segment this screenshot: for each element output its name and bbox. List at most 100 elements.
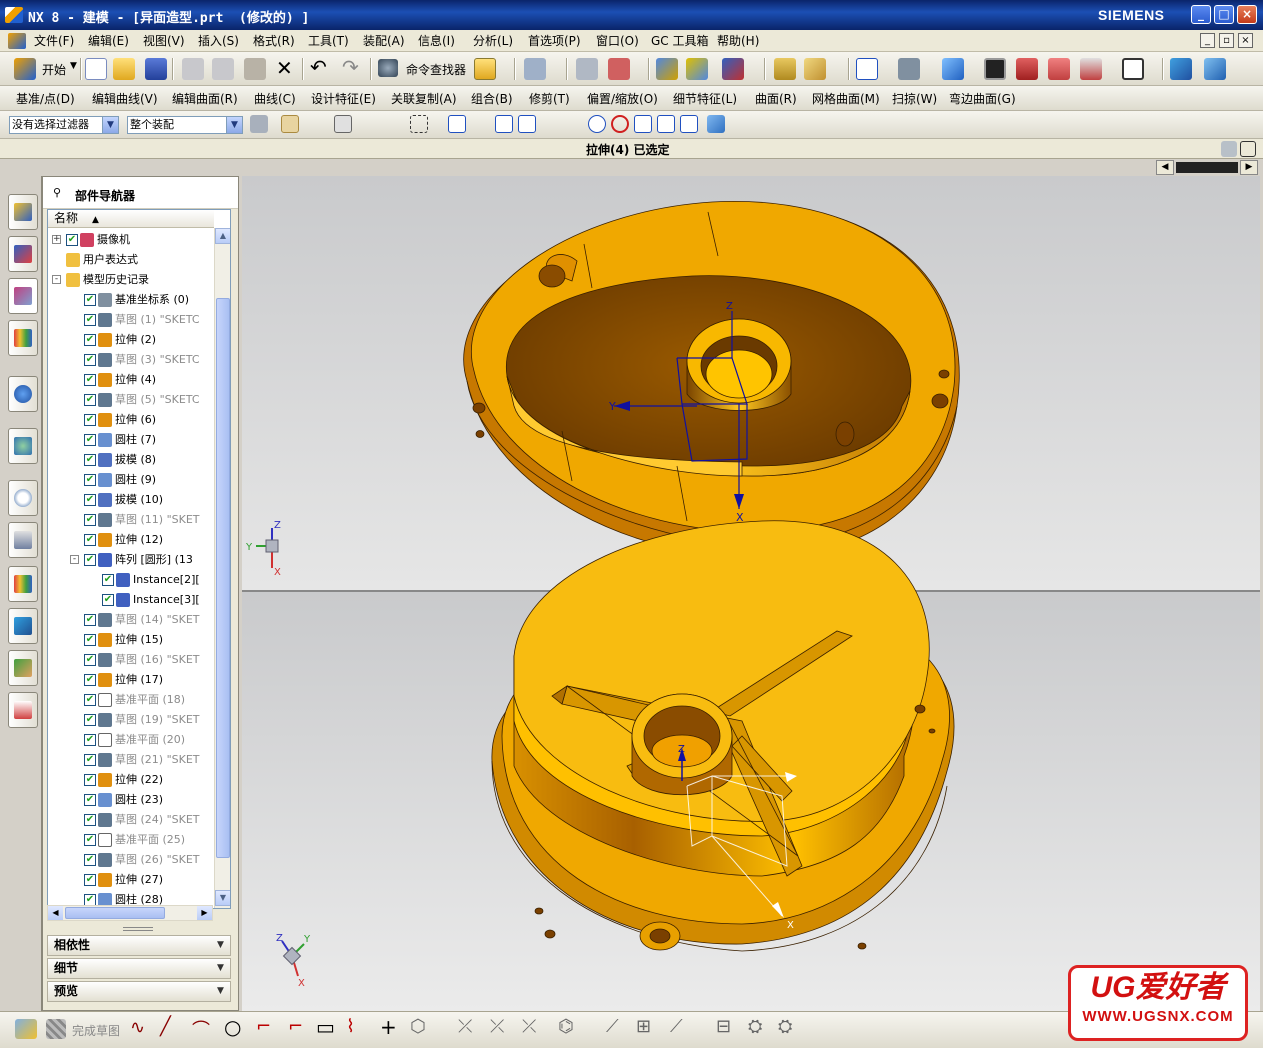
status-toggle-icon[interactable] [1221, 141, 1237, 157]
snap-bounded-grid-icon[interactable] [707, 115, 725, 133]
visibility-checkbox[interactable]: ✔ [84, 354, 96, 366]
hd3d-tools-tab[interactable] [8, 376, 38, 412]
part-navigator-tab[interactable] [8, 278, 38, 314]
tree-row[interactable]: ✔ 拉伸 (12) [48, 530, 214, 550]
status-expand-icon[interactable] [1240, 141, 1256, 157]
history-tab[interactable] [8, 480, 38, 516]
tree-row[interactable]: ✔ 基准平面 (18) [48, 690, 214, 710]
tree-row[interactable]: ✔ Instance[2][ [48, 570, 214, 590]
visibility-checkbox[interactable]: ✔ [84, 514, 96, 526]
assembly-navigator-tab[interactable] [8, 194, 38, 230]
layer-icon[interactable] [576, 58, 598, 80]
edit-object-display-icon[interactable] [656, 58, 678, 80]
visibility-checkbox[interactable]: ✔ [84, 794, 96, 806]
details-panel[interactable]: 细节 ▼ [47, 958, 231, 979]
nx-logo-icon[interactable] [5, 7, 23, 23]
app-menu-icon[interactable] [8, 33, 26, 49]
visibility-checkbox[interactable]: ✔ [84, 674, 96, 686]
delete-icon[interactable]: ✕ [276, 56, 293, 80]
visibility-checkbox[interactable]: ✔ [84, 494, 96, 506]
visibility-checkbox[interactable]: ✔ [102, 574, 114, 586]
tree-row[interactable]: ✔ 草图 (5) "SKETC [48, 390, 214, 410]
mdi-minimize-button[interactable]: _ [1200, 33, 1215, 48]
command-finder-icon[interactable] [378, 59, 398, 77]
name-column-header[interactable]: 名称 ▲ [48, 210, 214, 228]
visibility-checkbox[interactable]: ✔ [84, 654, 96, 666]
assembly-window-icon[interactable] [474, 58, 496, 80]
rectangle-icon[interactable]: ▭ [316, 1015, 335, 1039]
visibility-checkbox[interactable]: ✔ [84, 874, 96, 886]
orient-view-icon[interactable] [942, 58, 964, 80]
tree-row[interactable]: ✔ 草图 (16) "SKET [48, 650, 214, 670]
menu-view[interactable]: 视图(V) [143, 32, 185, 49]
visibility-checkbox[interactable]: ✔ [84, 714, 96, 726]
scroll-right-button[interactable]: ▶ [1240, 160, 1258, 175]
geometric-constraints-icon[interactable]: ⟋ [606, 1016, 619, 1037]
save-icon[interactable] [145, 58, 167, 80]
toolbar-curve[interactable]: 曲线(C) [254, 90, 296, 107]
general-selection-icon[interactable] [250, 115, 268, 133]
tree-row[interactable]: ✔ 拉伸 (22) [48, 770, 214, 790]
finish-sketch-icon[interactable] [46, 1019, 66, 1039]
rectangle-select-icon[interactable] [410, 115, 428, 133]
menu-gc-toolbox[interactable]: GC 工具箱 [651, 32, 709, 49]
snap-quadrant-icon[interactable] [611, 115, 629, 133]
scroll-down-button[interactable]: ▼ [215, 890, 230, 906]
visibility-checkbox[interactable]: ✔ [84, 614, 96, 626]
system-scene-tab[interactable] [8, 692, 38, 728]
snap-midpoint-icon[interactable] [518, 115, 536, 133]
visibility-checkbox[interactable]: ✔ [84, 434, 96, 446]
toolbar-sweep[interactable]: 扫掠(W) [892, 90, 937, 107]
tree-vertical-scrollbar[interactable]: ▲ ▼ [214, 228, 230, 908]
move-object-icon[interactable] [722, 58, 744, 80]
face-analysis-icon[interactable] [1170, 58, 1192, 80]
paste-icon[interactable] [244, 58, 266, 80]
menu-analysis[interactable]: 分析(L) [473, 32, 513, 49]
menu-preferences[interactable]: 首选项(P) [528, 32, 581, 49]
toolbar-edit-surface[interactable]: 编辑曲面(R) [172, 90, 238, 107]
measure-distance-icon[interactable] [774, 58, 796, 80]
visibility-checkbox[interactable]: ✔ [84, 314, 96, 326]
tree-row[interactable]: ✔ 草图 (14) "SKET [48, 610, 214, 630]
snap-endpoint-icon[interactable] [495, 115, 513, 133]
polygon-icon[interactable]: ⌇ [346, 1016, 355, 1037]
tree-row[interactable]: ✔ 圆柱 (23) [48, 790, 214, 810]
snap-existing-point-icon[interactable] [448, 115, 466, 133]
visibility-checkbox[interactable]: ✔ [102, 594, 114, 606]
show-hide-icon[interactable] [686, 58, 708, 80]
visibility-checkbox[interactable]: ✔ [84, 394, 96, 406]
mdi-restore-button[interactable]: ▫ [1219, 33, 1234, 48]
visibility-checkbox[interactable]: ✔ [84, 474, 96, 486]
background-icon[interactable] [1122, 58, 1144, 80]
menu-format[interactable]: 格式(R) [253, 32, 295, 49]
alternate-solution-icon[interactable]: ⊟ [716, 1016, 731, 1037]
roles-tab[interactable] [8, 650, 38, 686]
graphics-window[interactable]: Y X Z Z Y X Z X Z Y X [242, 176, 1260, 1011]
maximize-button[interactable]: □ [1214, 5, 1234, 24]
command-finder-button[interactable]: 命令查找器 [406, 61, 466, 78]
mdi-close-button[interactable]: × [1238, 33, 1253, 48]
undo-icon[interactable]: ↶ [310, 55, 327, 79]
toolbar-edit-curve[interactable]: 编辑曲线(V) [92, 90, 158, 107]
wcs-icon[interactable] [608, 58, 630, 80]
snap-center-icon[interactable] [588, 115, 606, 133]
tree-row[interactable]: ✔ 拉伸 (15) [48, 630, 214, 650]
measure-angle-icon[interactable] [804, 58, 826, 80]
select-feature-icon[interactable] [334, 115, 352, 133]
menu-edit[interactable]: 编辑(E) [88, 32, 129, 49]
visibility-checkbox[interactable]: ✔ [84, 774, 96, 786]
fillet-icon[interactable]: ⌐ [256, 1016, 271, 1037]
scroll-thumb[interactable] [216, 298, 230, 858]
tree-row[interactable]: ✔ 基准平面 (20) [48, 730, 214, 750]
line-icon[interactable]: ╱ [160, 1016, 171, 1037]
tree-row[interactable]: ✔ 拔模 (8) [48, 450, 214, 470]
tree-row[interactable]: ✔ 草图 (21) "SKET [48, 750, 214, 770]
reuse-library-tab[interactable] [8, 320, 38, 356]
scroll-right-button[interactable]: ▶ [197, 906, 212, 920]
profile-icon[interactable]: ∿ [130, 1017, 145, 1038]
visibility-checkbox[interactable]: ✔ [84, 754, 96, 766]
tree-row[interactable]: ✔ 拉伸 (2) [48, 330, 214, 350]
selection-tool-icon[interactable] [524, 58, 546, 80]
model-views[interactable]: Y X Z Z Y X Z X Z Y X [242, 176, 1260, 1011]
tree-row[interactable]: ✔ 草图 (26) "SKET [48, 850, 214, 870]
